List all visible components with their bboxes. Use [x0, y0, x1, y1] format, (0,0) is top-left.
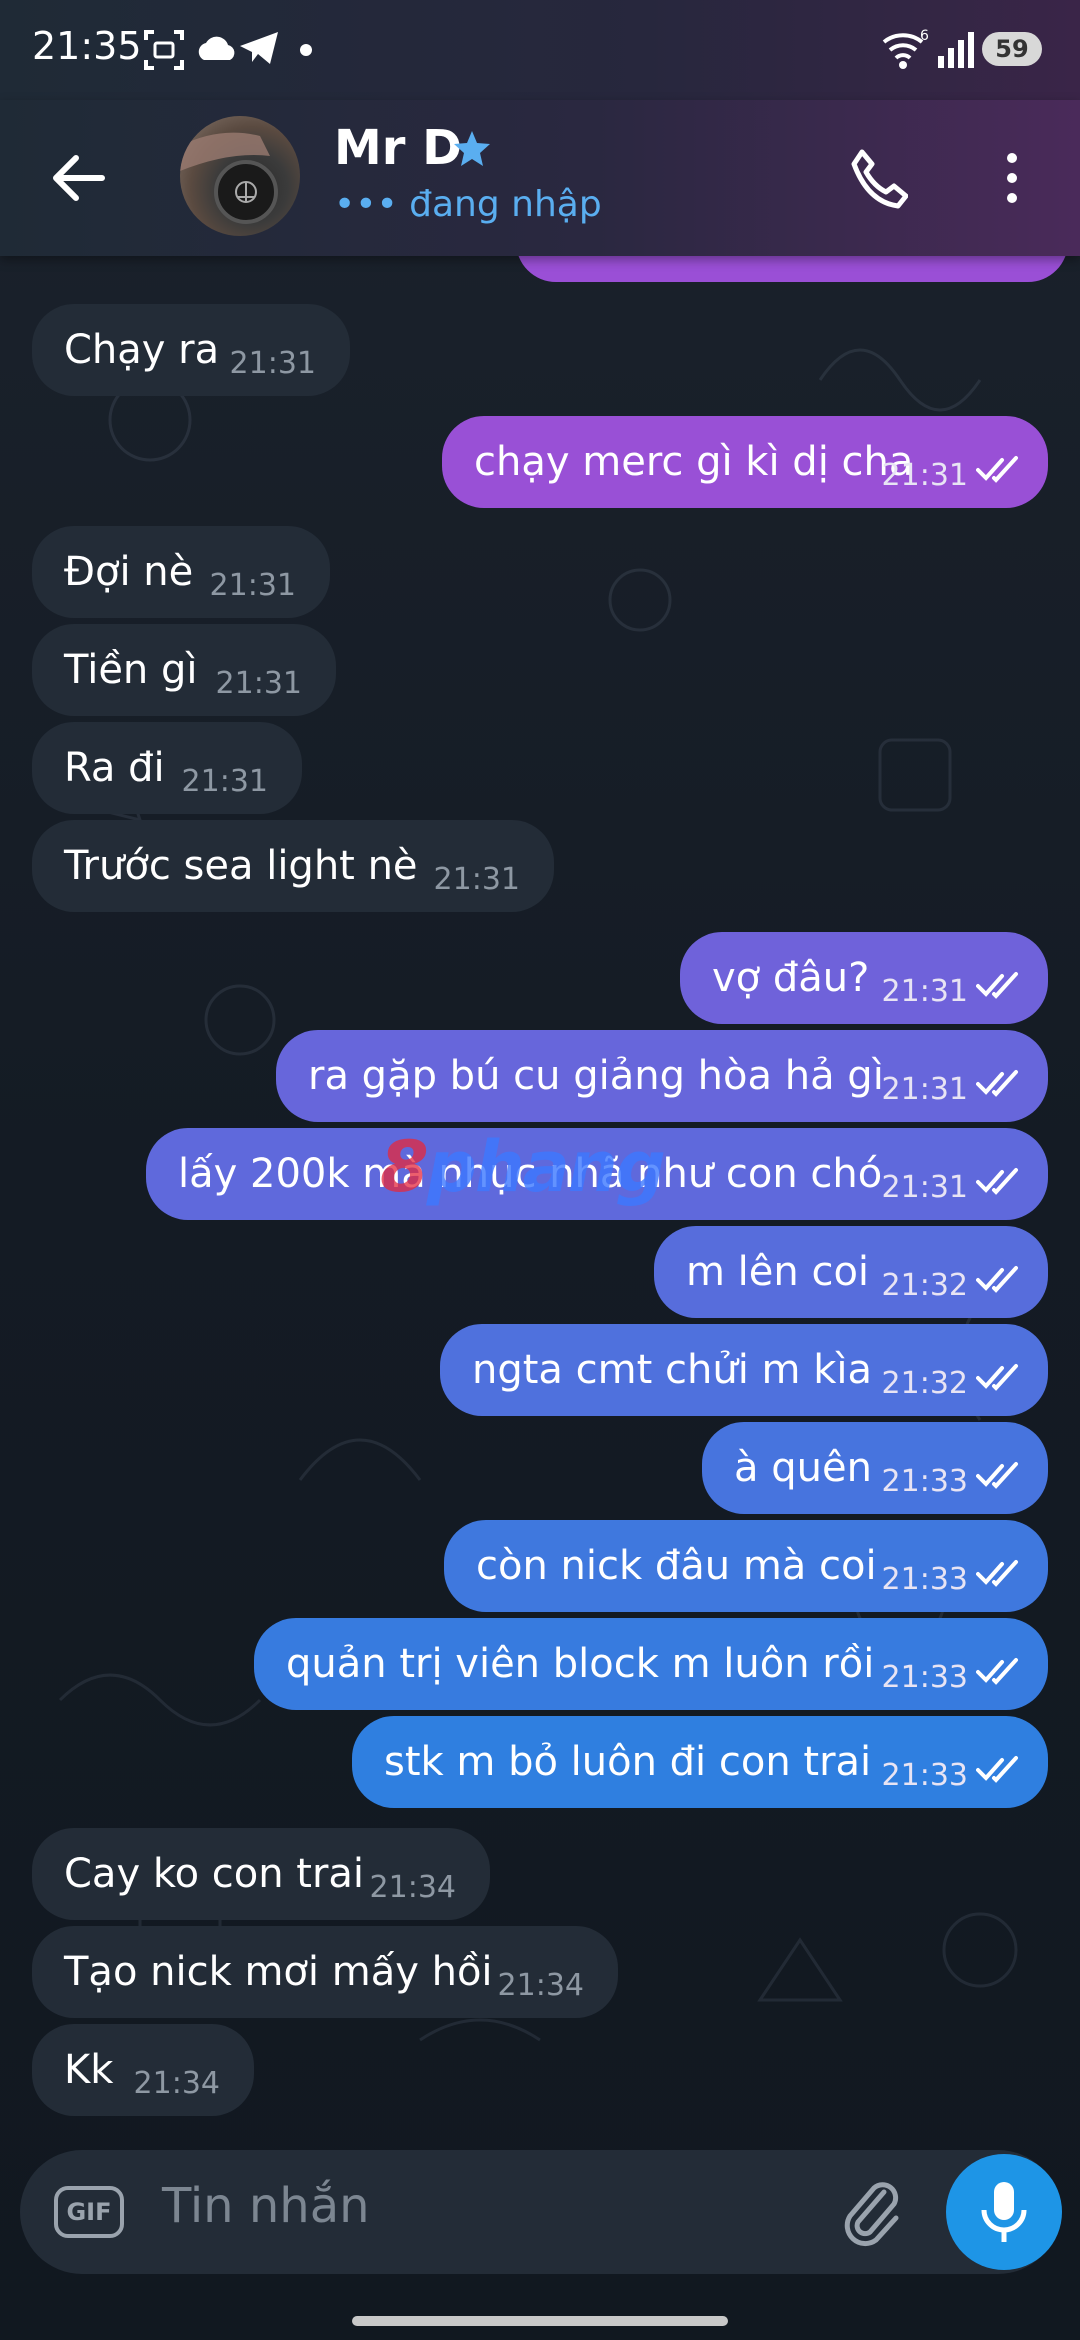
- telegram-icon: [240, 32, 278, 64]
- incoming-message[interactable]: Trước sea light nè 21:31: [32, 820, 554, 912]
- signal-icon: [938, 32, 974, 68]
- incoming-message[interactable]: Cay ko con trai 21:34: [32, 1828, 490, 1920]
- message-time: 21:31: [881, 1170, 968, 1205]
- more-vertical-icon[interactable]: [992, 146, 1032, 210]
- message-time: 21:34: [497, 1968, 584, 2003]
- outgoing-message[interactable]: stk m bỏ luôn đi con trai 21:33: [352, 1716, 1048, 1808]
- double-check-icon: [976, 456, 1018, 483]
- double-check-icon: [976, 1364, 1018, 1391]
- incoming-message[interactable]: Tạo nick mơi mấy hồi 21:34: [32, 1926, 618, 2018]
- watermark-part1: 8: [380, 1126, 429, 1208]
- message-text: Kk: [64, 2047, 114, 2093]
- message-text: quản trị viên block m luôn rồi: [286, 1641, 875, 1687]
- message-time: 21:31: [209, 568, 296, 603]
- svg-text:6: 6: [920, 28, 929, 44]
- message-text: Trước sea light nè: [64, 843, 418, 889]
- chat-header: Mr D ••• đang nhập: [0, 100, 1080, 256]
- outgoing-message[interactable]: ngta cmt chửi m kìa 21:32: [440, 1324, 1048, 1416]
- incoming-message[interactable]: Chạy ra 21:31: [32, 304, 350, 396]
- message-time: 21:34: [133, 2066, 220, 2101]
- message-time: 21:33: [881, 1758, 968, 1793]
- wifi-icon: 6: [882, 28, 929, 69]
- message-text: Cay ko con trai: [64, 1851, 365, 1897]
- outgoing-message[interactable]: ra gặp bú cu giảng hòa hả gì 21:31: [276, 1030, 1048, 1122]
- double-check-icon: [976, 1560, 1018, 1587]
- dot-icon: [300, 44, 312, 56]
- outgoing-message[interactable]: chạy merc gì kì dị cha 21:31: [442, 416, 1048, 508]
- message-text: Chạy ra: [64, 327, 220, 373]
- double-check-icon: [976, 1266, 1018, 1293]
- star-icon: [454, 131, 490, 166]
- message-text: stk m bỏ luôn đi con trai: [384, 1739, 872, 1785]
- message-text: m lên coi: [686, 1249, 870, 1295]
- attach-icon[interactable]: [840, 2178, 906, 2248]
- gif-label: GIF: [66, 2198, 112, 2226]
- message-text: à quên: [734, 1445, 872, 1491]
- message-time: 21:33: [881, 1562, 968, 1597]
- double-check-icon: [976, 1462, 1018, 1489]
- message-time: 21:32: [881, 1268, 968, 1303]
- message-time: 21:33: [881, 1464, 968, 1499]
- message-text: Ra đi: [64, 745, 165, 791]
- message-time: 21:31: [881, 458, 968, 493]
- message-text: chạy merc gì kì dị cha: [474, 439, 914, 485]
- contact-name[interactable]: Mr D: [334, 120, 462, 176]
- message-text: Tạo nick mơi mấy hồi: [64, 1949, 493, 1995]
- status-time: 21:35: [32, 24, 142, 68]
- status-bar: 21:35 6 59: [0, 0, 1080, 100]
- back-arrow-icon[interactable]: [46, 146, 110, 210]
- outgoing-message[interactable]: m lên coi 21:32: [654, 1226, 1048, 1318]
- watermark-part2: phang: [426, 1126, 666, 1208]
- double-check-icon: [976, 1658, 1018, 1685]
- message-time: 21:33: [881, 1660, 968, 1695]
- message-text: ra gặp bú cu giảng hòa hả gì: [308, 1053, 884, 1099]
- outgoing-message[interactable]: quản trị viên block m luôn rồi 21:33: [254, 1618, 1048, 1710]
- avatar-photo: [180, 132, 278, 224]
- message-time: 21:31: [881, 974, 968, 1009]
- message-time: 21:31: [215, 666, 302, 701]
- incoming-message[interactable]: Tiền gì 21:31: [32, 624, 336, 716]
- message-text: ngta cmt chửi m kìa: [472, 1347, 872, 1393]
- outgoing-message[interactable]: à quên 21:33: [702, 1422, 1048, 1514]
- message-time: 21:34: [369, 1870, 456, 1905]
- incoming-message[interactable]: Kk 21:34: [32, 2024, 254, 2116]
- battery-level: 59: [995, 35, 1029, 63]
- avatar[interactable]: [180, 116, 300, 236]
- screenshot-icon: [144, 30, 184, 70]
- double-check-icon: [976, 972, 1018, 999]
- phone-icon[interactable]: [848, 146, 908, 210]
- watermark-logo: 8phang: [380, 1126, 666, 1208]
- message-text: Tiền gì: [64, 647, 198, 693]
- incoming-message[interactable]: Đợi nè 21:31: [32, 526, 330, 618]
- message-time: 21:31: [433, 862, 520, 897]
- double-check-icon: [976, 1168, 1018, 1195]
- home-indicator[interactable]: [352, 2316, 728, 2326]
- message-text: còn nick đâu mà coi: [476, 1543, 877, 1589]
- double-check-icon: [976, 1756, 1018, 1783]
- gif-icon[interactable]: GIF: [54, 2186, 124, 2238]
- message-text: Đợi nè: [64, 549, 194, 595]
- message-input[interactable]: Tin nhắn: [162, 2178, 370, 2234]
- message-time: 21:31: [229, 346, 316, 381]
- microphone-icon: [981, 2182, 1027, 2242]
- message-time: 21:32: [881, 1366, 968, 1401]
- outgoing-message[interactable]: còn nick đâu mà coi 21:33: [444, 1520, 1048, 1612]
- incoming-message[interactable]: Ra đi 21:31: [32, 722, 302, 814]
- message-time: 21:31: [881, 1072, 968, 1107]
- microphone-button[interactable]: [946, 2154, 1062, 2270]
- message-time: 21:31: [181, 764, 268, 799]
- typing-status: ••• đang nhập: [334, 184, 602, 225]
- outgoing-message[interactable]: vợ đâu? 21:31: [680, 932, 1048, 1024]
- message-composer: GIF Tin nhắn: [20, 2150, 1062, 2274]
- message-text: vợ đâu?: [712, 955, 870, 1001]
- double-check-icon: [976, 1070, 1018, 1097]
- cloud-icon: [198, 36, 235, 60]
- battery-icon: 59: [982, 32, 1042, 66]
